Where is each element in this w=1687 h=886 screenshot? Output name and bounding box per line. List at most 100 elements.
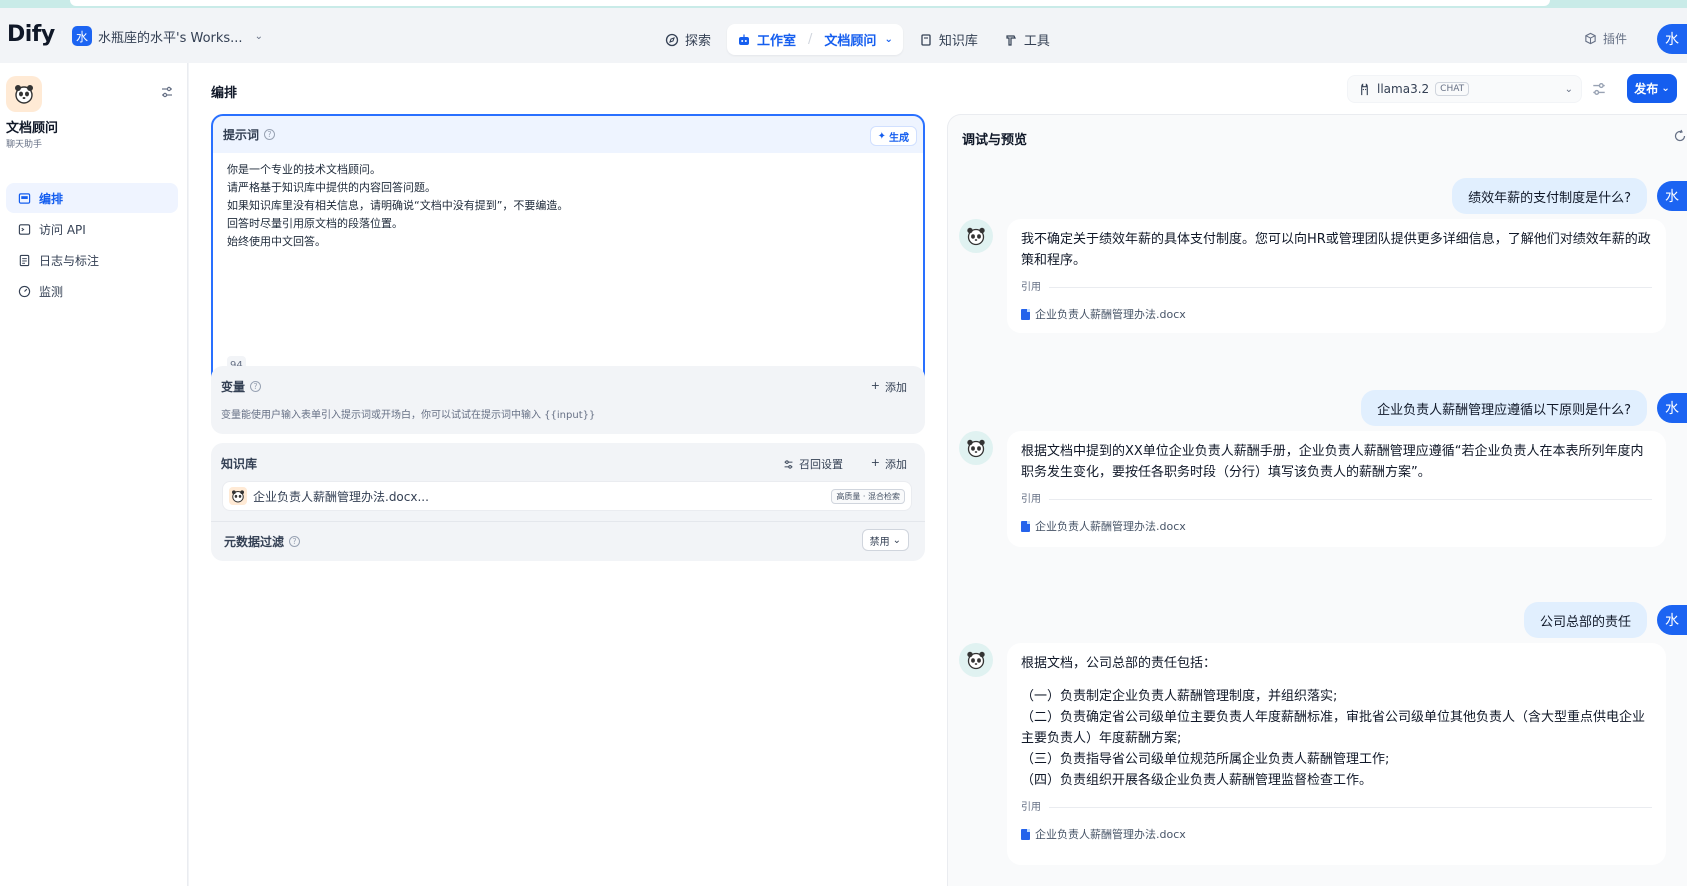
file-text-icon	[19, 254, 30, 266]
sidebar-item-orchestrate[interactable]: 编排	[6, 183, 178, 213]
llama-icon	[1361, 82, 1368, 95]
plugins-link[interactable]: 插件	[1584, 30, 1627, 47]
bot-avatar	[959, 643, 993, 677]
divider	[1049, 807, 1652, 808]
nav-explore[interactable]: 探索	[655, 24, 721, 55]
chevron-down-icon: ⌄	[1661, 83, 1670, 94]
help-icon[interactable]: ?	[264, 129, 276, 140]
app-icon	[6, 76, 42, 112]
plus-icon: +	[870, 456, 880, 469]
metadata-filter-label: 元数据过滤	[224, 535, 285, 549]
help-icon[interactable]: ?	[250, 380, 262, 392]
knowledge-doc-name: 企业负责人薪酬管理办法.docx...	[253, 489, 429, 504]
citation-label-text: 引用	[1021, 494, 1041, 505]
retrieval-mode-badge: 高质量 · 混合检索	[831, 489, 905, 504]
chevron-down-icon: ⌄	[892, 534, 901, 546]
prompt-textarea[interactable]: 你是一个专业的技术文档顾问。 请严格基于知识库中提供的内容回答问题。 如果知识库…	[213, 153, 923, 384]
add-label: 添加	[885, 458, 907, 471]
generate-button[interactable]: ✦ 生成	[869, 126, 917, 146]
book-icon	[921, 33, 931, 46]
citation-label: 引用	[1021, 797, 1652, 818]
prompt-header: 提示词 ?	[213, 116, 923, 153]
current-app-label[interactable]: 文档顾问	[824, 30, 876, 49]
robot-icon	[739, 34, 750, 45]
nav-tools[interactable]: 工具	[994, 24, 1060, 55]
terminal-icon	[18, 223, 31, 235]
user-message-text: 绩效年薪的支付制度是什么?	[1468, 190, 1631, 206]
prompt-line: 如果知识库里没有相关信息，请明确说“文档中没有提到”，不要编造。	[227, 199, 569, 212]
main-nav: 探索 工作室 / 文档顾问 ⌄ 知识库 工具	[655, 24, 1060, 55]
prompt-line: 请严格基于知识库中提供的内容回答问题。	[227, 181, 436, 194]
settings-sliders-icon[interactable]	[160, 85, 174, 99]
user-avatar: 水	[1657, 181, 1687, 211]
variables-card: 变量 ? + 添加 变量能使用户输入表单引入提示词或开场白，你可以试试在提示词中输…	[211, 366, 925, 434]
panda-icon	[229, 487, 247, 505]
prompt-line: 你是一个专业的技术文档顾问。	[227, 163, 381, 176]
metadata-filter-select[interactable]: 禁用 ⌄	[861, 529, 909, 551]
prompt-line: 始终使用中文回答。	[227, 235, 326, 248]
prompt-label: 提示词	[223, 128, 260, 142]
word-doc-icon	[1021, 309, 1030, 320]
bot-message-text: 根据文档中提到的XX单位企业负责人薪酬手册，企业负责人薪酬管理应遵循“若企业负责…	[1021, 444, 1644, 480]
citation-label-text: 引用	[1021, 282, 1041, 293]
workspace-selector[interactable]: 水 水瓶座的水平's Works... ⌄	[72, 26, 263, 46]
user-avatar[interactable]: 水	[1657, 24, 1687, 54]
bot-message: 根据文档中提到的XX单位企业负责人薪酬手册，企业负责人薪酬管理应遵循“若企业负责…	[1007, 431, 1666, 547]
knowledge-card: 知识库 召回设置 + 添加 企业负责人薪酬管理办法.docx... 高质量 · 混…	[211, 443, 925, 561]
refresh-icon[interactable]	[1673, 129, 1687, 143]
nav-knowledge[interactable]: 知识库	[909, 24, 988, 55]
plus-icon: +	[870, 379, 880, 392]
debug-preview-panel: 调试与预览 绩效年薪的支付制度是什么? 水 我不确定关于绩效年薪的具体支付制度。…	[947, 114, 1687, 886]
model-name: llama3.2	[1377, 82, 1430, 96]
publish-label: 发布	[1634, 82, 1659, 96]
metadata-filter-row: 元数据过滤 ? 禁用 ⌄	[211, 521, 925, 561]
sidebar-item-monitor[interactable]: 监测	[6, 276, 178, 306]
nav-studio[interactable]: 工作室 / 文档顾问 ⌄	[727, 24, 903, 55]
knowledge-item[interactable]: 企业负责人薪酬管理办法.docx... 高质量 · 混合检索	[222, 481, 912, 511]
citation-doc-name: 企业负责人薪酬管理办法.docx	[1035, 308, 1186, 321]
address-bar[interactable]	[70, 0, 1550, 6]
word-doc-icon	[1021, 829, 1030, 840]
dify-logo[interactable]: Dify	[7, 22, 55, 47]
browser-strip	[0, 0, 1687, 8]
preview-title: 调试与预览	[962, 133, 1028, 148]
page-title: 编排	[211, 86, 238, 101]
add-variable-button[interactable]: + 添加	[871, 379, 907, 395]
sidebar-item-api[interactable]: 访问 API	[6, 214, 178, 244]
top-navigation: Dify 水 水瓶座的水平's Works... ⌄ 探索 工作室 / 文档顾问…	[0, 8, 1687, 63]
chevron-down-icon: ⌄	[1564, 83, 1573, 95]
model-params-icon[interactable]	[1591, 81, 1607, 97]
citation-label-text: 引用	[1021, 802, 1041, 813]
recall-settings-button[interactable]: 召回设置	[783, 456, 843, 472]
hammer-icon	[1006, 34, 1016, 46]
cube-icon	[1585, 32, 1596, 45]
logo-text: Dify	[7, 22, 55, 47]
word-doc-icon	[1021, 521, 1030, 532]
variables-label: 变量	[221, 379, 246, 394]
bot-avatar	[959, 219, 993, 253]
citation-doc-name: 企业负责人薪酬管理办法.docx	[1035, 828, 1186, 841]
help-icon[interactable]: ?	[289, 536, 301, 547]
add-knowledge-button[interactable]: + 添加	[871, 456, 907, 472]
workspace-name: 水瓶座的水平's Works...	[98, 30, 243, 46]
citation-document[interactable]: 企业负责人薪酬管理办法.docx	[1021, 516, 1652, 537]
user-avatar: 水	[1657, 605, 1687, 635]
sidebar-item-label: 访问 API	[39, 222, 86, 237]
publish-button[interactable]: 发布 ⌄	[1627, 74, 1677, 103]
bot-message: 我不确定关于绩效年薪的具体支付制度。您可以向HR或管理团队提供更多详细信息，了解…	[1007, 219, 1666, 333]
citation-document[interactable]: 企业负责人薪酬管理办法.docx	[1021, 304, 1652, 325]
metadata-filter-value: 禁用	[869, 536, 890, 548]
app-type: 聊天助手	[6, 140, 43, 150]
layout-icon	[18, 192, 31, 204]
citation-doc-name: 企业负责人薪酬管理办法.docx	[1035, 520, 1186, 533]
citation-document[interactable]: 企业负责人薪酬管理办法.docx	[1021, 824, 1652, 845]
model-selector[interactable]: llama3.2 CHAT ⌄	[1347, 75, 1582, 103]
compass-icon	[665, 33, 679, 46]
gauge-icon	[18, 285, 31, 297]
add-label: 添加	[885, 381, 907, 394]
workspace-avatar: 水	[72, 26, 92, 46]
sidebar-item-logs[interactable]: 日志与标注	[6, 245, 178, 275]
variables-description: 变量能使用户输入表单引入提示词或开场白，你可以试试在提示词中输入 {{input…	[221, 410, 596, 421]
sidebar-item-label: 日志与标注	[39, 253, 100, 268]
user-message-text: 企业负责人薪酬管理应遵循以下原则是什么?	[1377, 402, 1631, 418]
